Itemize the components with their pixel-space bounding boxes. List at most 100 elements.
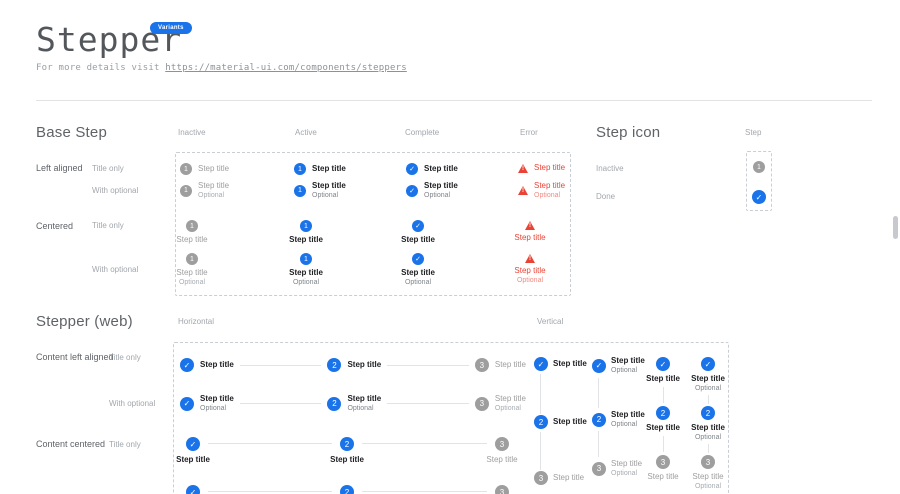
- step-number-icon: 1: [300, 253, 312, 265]
- step-title-label: Step title: [472, 455, 532, 465]
- step-number-icon: 3: [475, 358, 489, 372]
- step-number-icon: 2: [327, 397, 341, 411]
- doc-link[interactable]: https://material-ui.com/components/stepp…: [165, 63, 407, 73]
- vertical-step: ✓Step title: [534, 357, 587, 371]
- step-connector: [208, 491, 332, 492]
- vertical-step: 2Step title: [534, 415, 587, 429]
- step-title-label: Step title: [312, 181, 346, 191]
- step-optional-label: Optional: [695, 384, 721, 393]
- step-connector: [708, 395, 709, 404]
- check-icon: ✓: [180, 358, 194, 372]
- step-title-label: Step title: [691, 374, 725, 384]
- step-preview-inactive-centered-optional: 1Step titleOptional: [162, 253, 222, 287]
- check-icon: ✓: [701, 357, 715, 371]
- step-number-icon: 2: [534, 415, 548, 429]
- step-title-label: Step title: [534, 163, 565, 173]
- step-preview-complete-centered: ✓Step title: [388, 220, 448, 245]
- step-title-label: Step title: [692, 472, 723, 482]
- step-number-icon: 2: [656, 406, 670, 420]
- step-number-icon: 1: [180, 185, 192, 197]
- step-optional-label: Optional: [312, 191, 346, 200]
- step-number-icon: 2: [340, 437, 354, 451]
- step-title-label: Step title: [553, 473, 584, 483]
- step-title-label: Step title: [312, 164, 346, 174]
- step-number-icon: 3: [701, 455, 715, 469]
- subtitle-text: For more details visit: [36, 63, 160, 73]
- section-heading-stepper-web: Stepper (web): [36, 313, 133, 330]
- step-preview-active-centered: 1Step title: [276, 220, 336, 245]
- step-title-label: Step title: [200, 360, 234, 370]
- row-group-content-left: Content left aligned: [36, 352, 114, 362]
- step-preview-inactive-centered: 1Step title: [162, 220, 222, 245]
- step-icon-row-done: Done: [596, 192, 615, 201]
- step-title-label: Step title: [646, 374, 680, 384]
- step-preview-active-optional: 1 Step titleOptional: [294, 181, 346, 200]
- column-header-step: Step: [745, 128, 761, 137]
- step-connector: [540, 432, 541, 470]
- column-header-inactive: Inactive: [178, 128, 206, 137]
- step-preview-error-centered: ! Step title: [500, 221, 560, 243]
- step-number-icon: 3: [475, 397, 489, 411]
- step-title-label: Step title: [424, 164, 458, 174]
- step-title-label: Step title: [176, 235, 207, 245]
- check-icon: ✓: [752, 190, 766, 204]
- step-connector: [598, 378, 599, 408]
- step-connector: [240, 403, 322, 404]
- step-title-label: Step title: [347, 394, 381, 404]
- check-icon: ✓: [412, 220, 424, 232]
- step-title-label: Step title: [495, 394, 526, 404]
- step-number-icon: 2: [327, 358, 341, 372]
- step-connector: [362, 491, 487, 492]
- step-connector: [240, 365, 322, 366]
- step-preview-error-centered-optional: !Step titleOptional: [500, 254, 560, 285]
- variants-badge: Variants: [150, 22, 192, 34]
- step-connector: [387, 365, 469, 366]
- step-number-icon: 2: [592, 413, 606, 427]
- step-optional-label: Optional: [424, 191, 458, 200]
- step-title-label: Step title: [347, 360, 381, 370]
- step-optional-label: Optional: [405, 278, 431, 287]
- step-connector: [208, 443, 332, 444]
- row-variant-with-optional: With optional: [92, 265, 138, 274]
- step-title-label: Step title: [289, 268, 323, 278]
- step-connector: [663, 387, 664, 403]
- step-title-label: Step title: [289, 235, 323, 245]
- step-number-icon: 1: [186, 253, 198, 265]
- step-number-icon: 1: [753, 161, 765, 173]
- step-number-icon: 3: [592, 462, 606, 476]
- row-group-left-aligned: Left aligned: [36, 163, 83, 173]
- step-connector: [708, 444, 709, 453]
- step-connector: [663, 436, 664, 452]
- check-icon: ✓: [592, 359, 606, 373]
- vertical-stepper-centered-optional: ✓Step titleOptional 2Step titleOptional …: [678, 357, 738, 491]
- step-optional-label: Optional: [695, 482, 721, 491]
- step-number-icon: 1: [294, 185, 306, 197]
- step-connector: [598, 431, 599, 457]
- step-title-label: Step title: [163, 455, 223, 465]
- step-title-label: Step title: [553, 359, 587, 369]
- step-optional-label: Optional: [293, 278, 319, 287]
- row-variant-with-optional: With optional: [109, 399, 155, 408]
- step-optional-label: Optional: [198, 191, 229, 200]
- check-icon: ✓: [186, 437, 200, 451]
- step-optional-label: Optional: [495, 404, 526, 413]
- horizontal-stepper-title-only: ✓Step title 2Step title 3Step title: [180, 358, 526, 372]
- warning-icon: !: [525, 221, 535, 230]
- section-heading-step-icon: Step icon: [596, 124, 660, 141]
- row-group-centered: Centered: [36, 221, 73, 231]
- step-title-label: Step title: [647, 472, 678, 482]
- row-variant-with-optional: With optional: [92, 186, 138, 195]
- section-heading-base-step: Base Step: [36, 124, 107, 141]
- step-title-label: Step title: [514, 233, 545, 243]
- scrollbar-thumb[interactable]: [893, 216, 898, 239]
- step-number-icon: 3: [495, 485, 509, 494]
- step-preview-complete-optional: ✓Step titleOptional: [406, 181, 458, 200]
- step-title-label: Step title: [198, 164, 229, 174]
- step-preview-inactive: 1 Step title: [180, 163, 229, 175]
- step-number-icon: 1: [180, 163, 192, 175]
- stepper-doc-page: Stepper Variants For more details visit …: [0, 0, 900, 494]
- step-title-label: Step title: [200, 394, 234, 404]
- step-preview-complete: ✓Step title: [406, 163, 458, 175]
- step-title-label: Step title: [424, 181, 458, 191]
- step-number-icon: 3: [534, 471, 548, 485]
